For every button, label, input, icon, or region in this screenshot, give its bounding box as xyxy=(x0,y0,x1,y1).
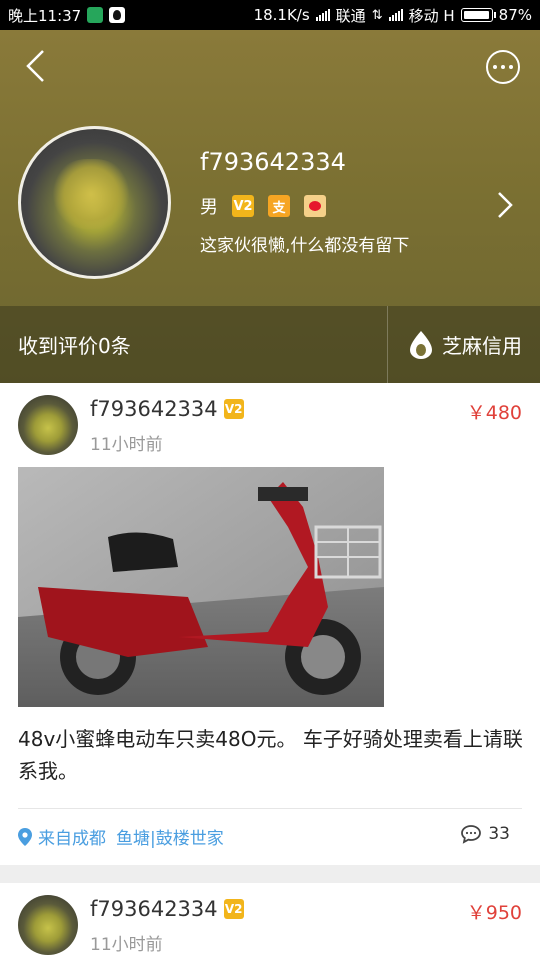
post-description: 48v小蜜蜂电动车只卖48O元。 车子好骑处理卖看上请联系我。 xyxy=(18,727,523,783)
avatar[interactable] xyxy=(18,126,171,279)
vip-badge-icon: V2 xyxy=(223,399,244,419)
post-username[interactable]: f793642334 V2 xyxy=(90,897,244,921)
post-username[interactable]: f793642334 V2 xyxy=(90,397,244,421)
signal-icon xyxy=(315,9,330,21)
carrier-2: 移动 H xyxy=(408,6,455,25)
weibo-badge-icon xyxy=(304,195,326,217)
profile-bio: 这家伙很懒,什么都没有留下 xyxy=(200,236,410,256)
signal-icon-2 xyxy=(388,9,403,21)
chevron-right-icon xyxy=(498,192,513,218)
comments-button[interactable]: 33 xyxy=(460,824,510,844)
comment-icon xyxy=(461,825,482,844)
status-time: 晚上11:37 xyxy=(8,6,82,25)
scooter-photo xyxy=(18,467,384,707)
reviews-tab[interactable]: 收到评价0条 xyxy=(0,306,388,383)
network-speed: 18.1K/s xyxy=(253,6,310,24)
comment-count: 33 xyxy=(488,824,510,844)
reviews-label: 收到评价0条 xyxy=(18,334,131,358)
notification-icon xyxy=(87,7,104,23)
post-price: ￥950 xyxy=(466,902,522,924)
dot-icon xyxy=(501,65,505,69)
post-image[interactable] xyxy=(18,467,384,707)
post-time: 11小时前 xyxy=(90,935,163,955)
alipay-badge-icon: 支 xyxy=(268,195,290,217)
sesame-credit-icon xyxy=(410,330,432,359)
location-tags: 鱼塘|鼓楼世家 xyxy=(116,829,224,849)
profile-header: f793642334 男 V2 支 这家伙很懒,什么都没有留下 收到评价0条 芝… xyxy=(0,30,540,383)
dot-icon xyxy=(493,65,497,69)
carrier-1: 联通 xyxy=(335,6,366,25)
post-username-text: f793642334 xyxy=(90,897,218,921)
gender-label: 男 xyxy=(200,197,218,218)
post-location[interactable]: 来自成都 鱼塘|鼓楼世家 xyxy=(18,824,224,849)
chevron-left-icon xyxy=(26,50,44,82)
profile-badges: 男 V2 支 xyxy=(200,193,326,219)
profile-username: f793642334 xyxy=(200,148,346,176)
vip-badge-icon: V2 xyxy=(223,899,244,919)
credit-label: 芝麻信用 xyxy=(442,334,522,358)
qq-icon xyxy=(109,7,126,23)
avatar[interactable] xyxy=(18,395,78,455)
post-username-text: f793642334 xyxy=(90,397,218,421)
dot-icon xyxy=(509,65,513,69)
location-pin-icon xyxy=(18,827,32,846)
divider xyxy=(18,808,522,809)
location-text: 来自成都 xyxy=(38,829,106,849)
credit-tab[interactable]: 芝麻信用 xyxy=(388,306,540,383)
post-card[interactable]: f793642334 V2 11小时前 ￥480 48v小蜜蜂电动车只卖48O元… xyxy=(0,383,540,865)
back-button[interactable] xyxy=(20,50,52,82)
more-button[interactable] xyxy=(486,50,520,84)
data-icon: ⇅ xyxy=(371,7,383,23)
avatar[interactable] xyxy=(18,895,78,955)
post-card[interactable]: f793642334 V2 11小时前 ￥950 xyxy=(0,883,540,960)
status-bar: 晚上11:37 18.1K/s 联通 ⇅ 移动 H 87% xyxy=(0,0,540,30)
post-time: 11小时前 xyxy=(90,435,163,455)
profile-detail-button[interactable] xyxy=(494,190,516,220)
battery-level: 87% xyxy=(498,6,532,24)
profile-tabs: 收到评价0条 芝麻信用 xyxy=(0,306,540,383)
post-price: ￥480 xyxy=(466,402,522,424)
vip-badge-icon: V2 xyxy=(232,195,254,217)
battery-icon xyxy=(460,8,496,22)
